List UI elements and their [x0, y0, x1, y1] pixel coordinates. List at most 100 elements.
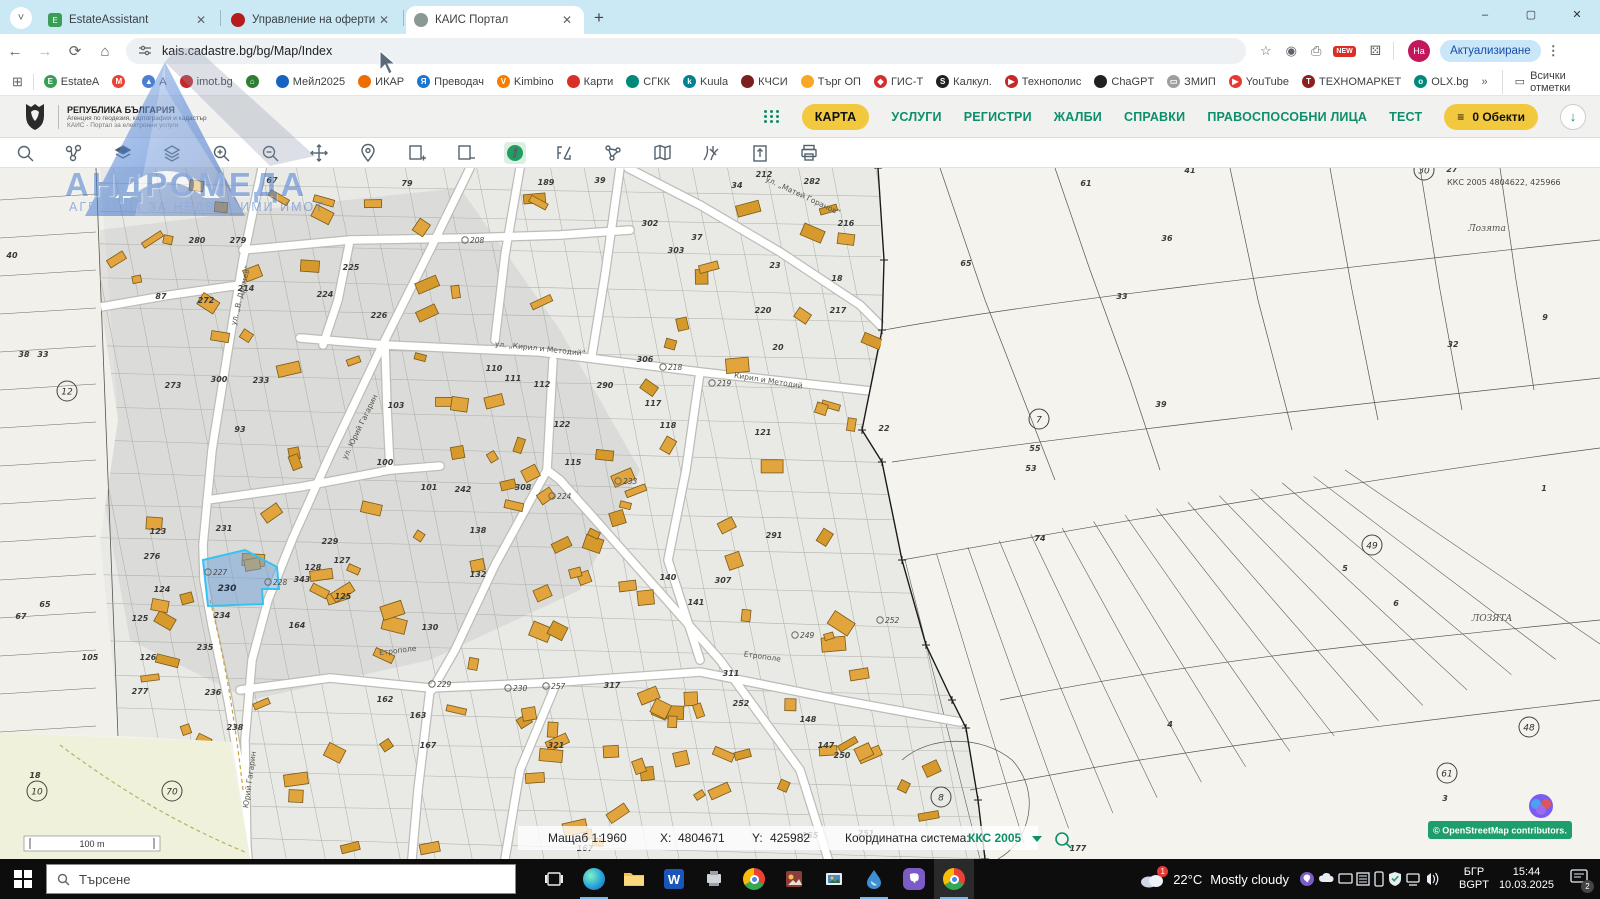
extent-remove-icon[interactable]: [455, 142, 477, 164]
tab-close-icon[interactable]: ✕: [192, 13, 210, 27]
bookmark-item[interactable]: VKimbino: [497, 75, 554, 88]
browser-tab-3[interactable]: КАИС Портал ✕: [406, 6, 584, 34]
profile-avatar[interactable]: На: [1408, 40, 1430, 62]
system-tray[interactable]: [1299, 869, 1449, 889]
language-indicator[interactable]: БГРBGPT: [1459, 866, 1489, 892]
bookmark-item[interactable]: ▶Технополис: [1005, 75, 1082, 88]
browser-menu-icon[interactable]: ⋮: [1547, 43, 1560, 59]
picture-in-picture-icon[interactable]: ⎙: [1311, 43, 1321, 59]
bookmark-item[interactable]: SКалкул.: [936, 75, 992, 88]
parcel-number: 53: [1025, 464, 1037, 473]
select-features-icon[interactable]: [63, 142, 85, 164]
bookmark-favicon: ⌂: [246, 75, 259, 88]
layers-solid-icon[interactable]: [112, 142, 134, 164]
new-tab-button[interactable]: +: [594, 8, 604, 28]
download-panel-button[interactable]: ↓: [1560, 104, 1586, 130]
bookmark-item[interactable]: Карти: [567, 75, 614, 88]
bookmark-item[interactable]: ИКАР: [358, 75, 404, 88]
bookmark-item[interactable]: ▲A: [142, 75, 166, 88]
reload-button[interactable]: ⟳: [60, 42, 90, 60]
new-extension-badge[interactable]: NEW: [1333, 46, 1355, 57]
location-pin-icon[interactable]: [357, 142, 379, 164]
topology-icon[interactable]: [602, 142, 624, 164]
bookmark-favicon: o: [1414, 75, 1427, 88]
zoom-out-icon[interactable]: [259, 142, 281, 164]
apps-grid-icon[interactable]: ⊞: [12, 74, 23, 90]
survey-point-label: 227: [213, 568, 228, 577]
kais-nav-item[interactable]: СПРАВКИ: [1124, 110, 1185, 124]
tab-close-icon[interactable]: ✕: [375, 13, 393, 27]
zoom-in-icon[interactable]: [210, 142, 232, 164]
browser-tab-1[interactable]: E EstateAssistant ✕: [40, 6, 218, 34]
bookmarks-overflow-icon[interactable]: »: [1482, 76, 1488, 88]
forward-button[interactable]: →: [30, 43, 60, 60]
bookmark-star-icon[interactable]: ☆: [1260, 43, 1272, 59]
taskbar-app-chrome-active[interactable]: [934, 859, 974, 899]
search-icon[interactable]: [14, 142, 36, 164]
taskbar-app-edge[interactable]: [574, 859, 614, 899]
taskbar-app-photos[interactable]: [774, 859, 814, 899]
objects-count-button[interactable]: ≡ 0 Обекти: [1444, 104, 1538, 130]
kais-nav-item[interactable]: ЖАЛБИ: [1054, 110, 1102, 124]
taskbar-search-box[interactable]: Търсене: [46, 864, 516, 894]
bookmark-item[interactable]: EEstateA: [44, 75, 100, 88]
taskbar-app-chrome[interactable]: [734, 859, 774, 899]
taskbar-app-device[interactable]: [694, 859, 734, 899]
kais-nav-item[interactable]: РЕГИСТРИ: [964, 110, 1032, 124]
taskbar-weather[interactable]: 1 22°C Mostly cloudy: [1139, 870, 1289, 888]
start-button[interactable]: [0, 870, 46, 888]
bookmark-item[interactable]: M: [112, 75, 129, 88]
taskbar-app-paint3d[interactable]: [854, 859, 894, 899]
minimize-button[interactable]: –: [1462, 0, 1508, 30]
bookmark-item[interactable]: oOLX.bg: [1414, 75, 1468, 88]
kais-nav-item[interactable]: ПРАВОСПОСОБНИ ЛИЦА: [1207, 110, 1367, 124]
taskbar-app-word[interactable]: W: [654, 859, 694, 899]
bookmark-item[interactable]: Търг ОП: [801, 75, 861, 88]
roads-icon[interactable]: [700, 142, 722, 164]
bookmark-item[interactable]: kKuula: [683, 75, 728, 88]
bookmark-item[interactable]: ЯПреводач: [417, 75, 484, 88]
close-button[interactable]: ✕: [1554, 0, 1600, 30]
taskbar-app-task-view[interactable]: [534, 859, 574, 899]
bookmark-item[interactable]: Мейл2025: [276, 75, 345, 88]
reading-mode-icon[interactable]: ◉: [1286, 43, 1297, 59]
back-button[interactable]: ←: [0, 43, 30, 60]
bookmark-item[interactable]: КЧСИ: [741, 75, 788, 88]
tab-search-button[interactable]: ˅: [10, 7, 32, 29]
extensions-puzzle-icon[interactable]: ⚄: [1370, 43, 1381, 59]
bookmark-item[interactable]: ◆ГИС-Т: [874, 75, 923, 88]
taskbar-app-file-explorer[interactable]: [614, 859, 654, 899]
kais-nav-item[interactable]: УСЛУГИ: [891, 110, 941, 124]
kais-nav-active-item[interactable]: КАРТА: [802, 104, 870, 130]
taskbar-app-viber[interactable]: [894, 859, 934, 899]
layers-stack-icon[interactable]: [161, 142, 183, 164]
bookmark-item[interactable]: ChaGPT: [1094, 75, 1154, 88]
browser-tab-2[interactable]: Управление на офертите - ✕: [223, 6, 401, 34]
map-sheet-icon[interactable]: [651, 142, 673, 164]
apps-dots-icon[interactable]: [764, 110, 780, 123]
bookmark-item[interactable]: ⌂: [246, 75, 263, 88]
kais-nav-item[interactable]: ТЕСТ: [1389, 110, 1422, 124]
update-browser-button[interactable]: Актуализиране: [1440, 40, 1541, 62]
bookmark-item[interactable]: СГКК: [626, 75, 670, 88]
bookmark-item[interactable]: TТЕХНОМАРКЕТ: [1302, 75, 1401, 88]
extent-add-icon[interactable]: [406, 142, 428, 164]
maximize-button[interactable]: ▢: [1508, 0, 1554, 30]
print-icon[interactable]: [798, 142, 820, 164]
home-button[interactable]: ⌂: [90, 43, 120, 60]
export-icon[interactable]: [749, 142, 771, 164]
pan-icon[interactable]: [308, 142, 330, 164]
bookmark-item[interactable]: imot.bg: [180, 75, 233, 88]
taskbar-app-gallery[interactable]: [814, 859, 854, 899]
tab-close-icon[interactable]: ✕: [558, 13, 576, 27]
all-bookmarks-button[interactable]: ▭ Всички отметки: [1502, 70, 1600, 94]
bookmark-item[interactable]: ▶YouTube: [1229, 75, 1289, 88]
info-icon[interactable]: i: [504, 142, 526, 164]
bookmark-item[interactable]: ▭ЗМИП: [1167, 75, 1216, 88]
cadastre-map[interactable]: 2306779189393421228221621723183730330222…: [0, 168, 1600, 859]
site-settings-icon[interactable]: [138, 44, 152, 58]
url-field[interactable]: kais.cadastre.bg/bg/Map/Index: [126, 38, 1246, 64]
measure-icon[interactable]: [553, 142, 575, 164]
taskbar-clock[interactable]: 15:4410.03.2025: [1499, 866, 1554, 892]
notification-center-button[interactable]: 2: [1564, 869, 1594, 890]
